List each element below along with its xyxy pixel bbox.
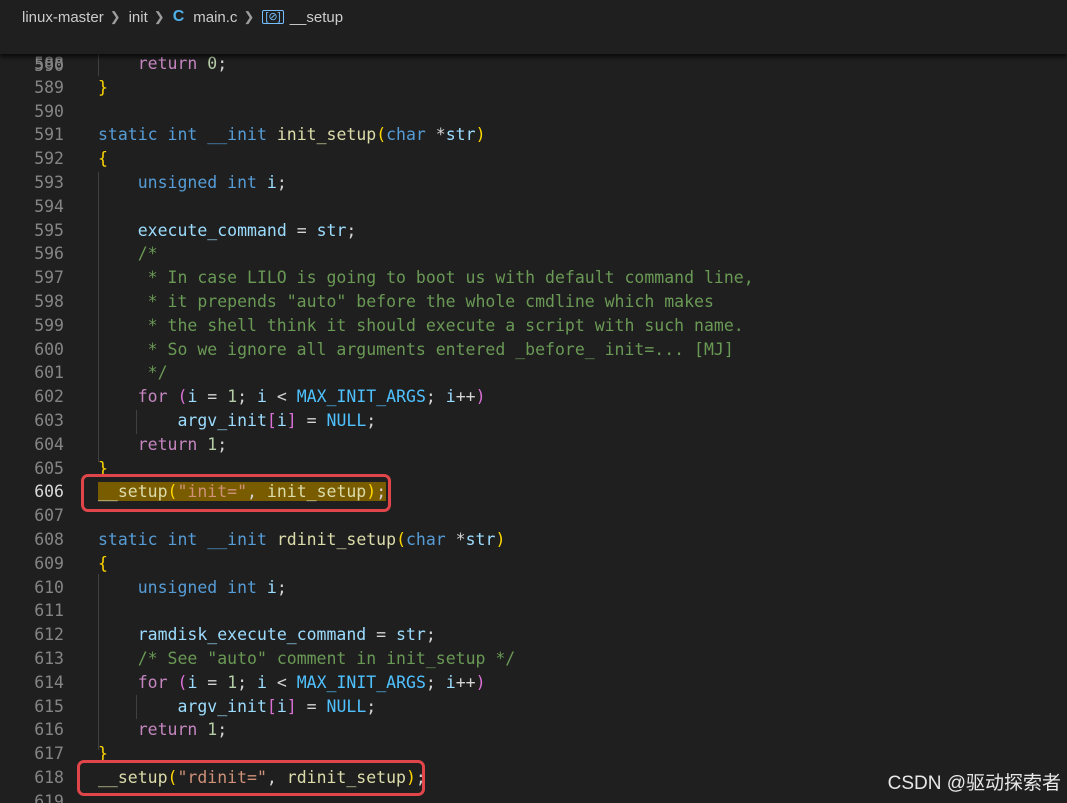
code-text: */ xyxy=(98,363,168,383)
line-number: 610 xyxy=(34,577,64,597)
code-line[interactable]: 615 argv_init[i] = NULL; xyxy=(0,695,1067,719)
line-number: 595 xyxy=(34,220,64,240)
code-text: * it prepends "auto" before the whole cm… xyxy=(98,292,714,311)
code-line[interactable]: 594 xyxy=(0,195,1067,219)
line-number: 608 xyxy=(34,530,64,549)
line-number: 591 xyxy=(34,125,64,145)
breadcrumb: linux-master ❯ init ❯ C main.c ❯ [⊘] __s… xyxy=(0,0,1067,34)
code-text: /* See "auto" comment in init_setup */ xyxy=(137,649,516,668)
breadcrumb-item-symbol[interactable]: __setup xyxy=(290,9,343,26)
sticky-scroll-line[interactable]: 590 xyxy=(0,34,1067,75)
code-text: * the shell think it should execute a sc… xyxy=(98,315,744,335)
code-line[interactable]: 592 { xyxy=(0,147,1067,171)
line-number: 598 xyxy=(34,292,64,311)
line-number: 615 xyxy=(34,696,64,716)
line-number: 606 xyxy=(34,482,64,502)
code-line[interactable]: 609 { xyxy=(0,552,1067,576)
line-number: 618 xyxy=(34,768,64,787)
line-number: 612 xyxy=(34,625,64,645)
line-number: 605 xyxy=(34,458,64,478)
code-text: unsigned int i; xyxy=(137,577,287,597)
code-line[interactable]: 599 * the shell think it should execute … xyxy=(0,314,1067,338)
code-text: { xyxy=(98,149,108,169)
line-number: 613 xyxy=(34,649,64,668)
code-line[interactable]: 598 * it prepends "auto" before the whol… xyxy=(0,290,1067,314)
line-number: 592 xyxy=(34,149,64,169)
line-number: 619 xyxy=(34,791,64,803)
code-text: { xyxy=(98,553,108,573)
highlight-box xyxy=(77,760,425,796)
code-text: static int __init init_setup(char *str) xyxy=(98,125,486,145)
chevron-right-icon: ❯ xyxy=(153,9,165,24)
code-line[interactable]: 616 return 1; xyxy=(0,718,1067,742)
code-line[interactable]: 597 * In case LILO is going to boot us w… xyxy=(0,266,1067,290)
line-number: 590 xyxy=(34,56,64,75)
code-line[interactable]: 613 /* See "auto" comment in init_setup … xyxy=(0,647,1067,671)
line-number: 617 xyxy=(34,744,64,764)
line-number: 597 xyxy=(34,268,64,288)
code-text: for (i = 1; i < MAX_INIT_ARGS; i++) xyxy=(137,387,486,407)
c-file-icon: C xyxy=(172,8,185,25)
line-number: 604 xyxy=(34,434,64,454)
breadcrumb-item-folder[interactable]: init xyxy=(129,9,148,26)
line-number: 611 xyxy=(34,601,64,621)
code-line[interactable]: 611 xyxy=(0,599,1067,623)
chevron-right-icon: ❯ xyxy=(243,9,255,24)
code-text: /* xyxy=(137,244,158,264)
line-number: 609 xyxy=(34,553,64,573)
code-line[interactable]: 604 return 1; xyxy=(0,433,1067,457)
code-text: } xyxy=(98,77,108,97)
highlight-box xyxy=(81,474,391,512)
code-text: * In case LILO is going to boot us with … xyxy=(98,268,754,288)
line-number: 602 xyxy=(34,387,64,407)
code-line[interactable]: 603 argv_init[i] = NULL; xyxy=(0,409,1067,433)
code-line[interactable]: 590 xyxy=(0,100,1067,124)
line-number: 603 xyxy=(34,411,64,430)
line-number: 607 xyxy=(34,506,64,526)
code-line[interactable]: 591 static int __init init_setup(char *st… xyxy=(0,123,1067,147)
line-number: 594 xyxy=(34,196,64,216)
code-text: argv_init[i] = NULL; xyxy=(177,696,377,716)
symbol-icon: [⊘] xyxy=(262,10,284,24)
code-text: return 0; xyxy=(137,54,228,73)
line-number: 599 xyxy=(34,315,64,335)
line-number: 614 xyxy=(34,672,64,692)
line-number: 596 xyxy=(34,244,64,264)
code-line[interactable]: 588 return 0; xyxy=(0,52,1067,76)
line-number: 593 xyxy=(34,173,64,192)
code-line[interactable]: 608 static int __init rdinit_setup(char *… xyxy=(0,528,1067,552)
chevron-right-icon: ❯ xyxy=(109,9,121,24)
code-line[interactable]: 601 */ xyxy=(0,361,1067,385)
code-line[interactable]: 600 * So we ignore all arguments entered… xyxy=(0,338,1067,362)
code-line[interactable]: 602 for (i = 1; i < MAX_INIT_ARGS; i++) xyxy=(0,385,1067,409)
code-line[interactable]: 612 ramdisk_execute_command = str; xyxy=(0,623,1067,647)
line-number: 616 xyxy=(34,720,64,740)
code-text: ramdisk_execute_command = str; xyxy=(137,625,436,645)
code-text: return 1; xyxy=(137,434,228,454)
code-line[interactable]: 593 unsigned int i; xyxy=(0,171,1067,195)
code-text: static int __init rdinit_setup(char *str… xyxy=(98,530,506,549)
code-line[interactable]: 595 execute_command = str; xyxy=(0,219,1067,243)
code-line[interactable]: 610 unsigned int i; xyxy=(0,576,1067,600)
code-line[interactable]: 596 /* xyxy=(0,242,1067,266)
code-text: * So we ignore all arguments entered _be… xyxy=(98,339,734,359)
breadcrumb-item-file[interactable]: main.c xyxy=(193,9,237,26)
code-line[interactable]: 614 for (i = 1; i < MAX_INIT_ARGS; i++) xyxy=(0,671,1067,695)
line-number: 601 xyxy=(34,363,64,383)
line-number: 600 xyxy=(34,339,64,359)
code-editor[interactable]: linux-master ❯ init ❯ C main.c ❯ [⊘] __s… xyxy=(0,0,1067,803)
breadcrumb-item-root[interactable]: linux-master xyxy=(22,9,104,26)
code-text: argv_init[i] = NULL; xyxy=(177,411,377,430)
code-text: unsigned int i; xyxy=(137,173,287,192)
code-text: for (i = 1; i < MAX_INIT_ARGS; i++) xyxy=(137,672,486,692)
code-text: execute_command = str; xyxy=(137,220,357,240)
watermark: CSDN @驱动探索者 xyxy=(887,773,1061,794)
code-line[interactable]: 589} xyxy=(0,76,1067,100)
code-text: return 1; xyxy=(137,720,228,740)
